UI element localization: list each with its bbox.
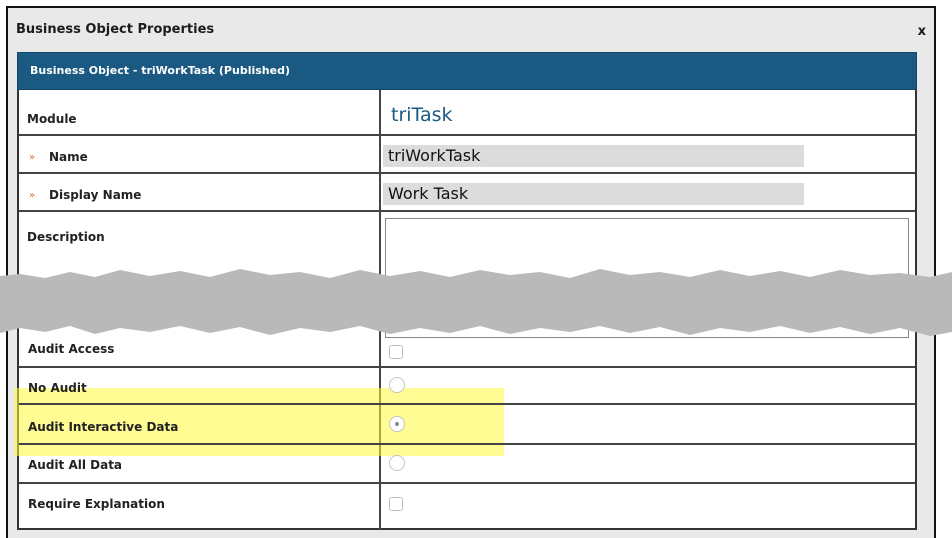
name-label: Name xyxy=(49,150,88,164)
description-label: Description xyxy=(27,230,105,244)
row-divider xyxy=(19,210,915,212)
row-divider xyxy=(19,482,915,484)
row-divider xyxy=(19,403,915,405)
audit-access-label: Audit Access xyxy=(28,342,115,356)
display-name-label: Display Name xyxy=(49,188,142,202)
required-marker: » xyxy=(29,152,36,163)
required-marker: » xyxy=(29,190,36,201)
row-divider xyxy=(19,172,915,174)
audit-all-data-radio[interactable] xyxy=(389,455,405,471)
torn-break xyxy=(0,269,952,336)
display-name-field[interactable]: Work Task xyxy=(383,183,804,205)
no-audit-radio[interactable] xyxy=(389,377,405,393)
no-audit-label: No Audit xyxy=(28,381,87,395)
row-divider xyxy=(19,443,915,445)
require-explanation-label: Require Explanation xyxy=(28,497,165,511)
require-explanation-checkbox[interactable] xyxy=(389,497,403,511)
name-field-value: triWorkTask xyxy=(388,146,481,165)
name-field[interactable]: triWorkTask xyxy=(383,145,804,167)
close-button[interactable]: x xyxy=(918,24,926,39)
dialog-title: Business Object Properties xyxy=(16,22,215,37)
row-divider xyxy=(19,366,915,368)
audit-interactive-data-radio[interactable] xyxy=(389,416,405,432)
module-value: triTask xyxy=(391,104,453,126)
section-header-label: Business Object - triWorkTask (Published… xyxy=(30,64,290,77)
module-label: Module xyxy=(27,112,77,126)
section-header: Business Object - triWorkTask (Published… xyxy=(17,52,917,90)
row-divider xyxy=(19,134,915,136)
audit-all-data-label: Audit All Data xyxy=(28,458,123,472)
audit-interactive-data-label: Audit Interactive Data xyxy=(28,420,179,434)
audit-access-checkbox[interactable] xyxy=(389,345,403,359)
display-name-field-value: Work Task xyxy=(388,184,469,203)
